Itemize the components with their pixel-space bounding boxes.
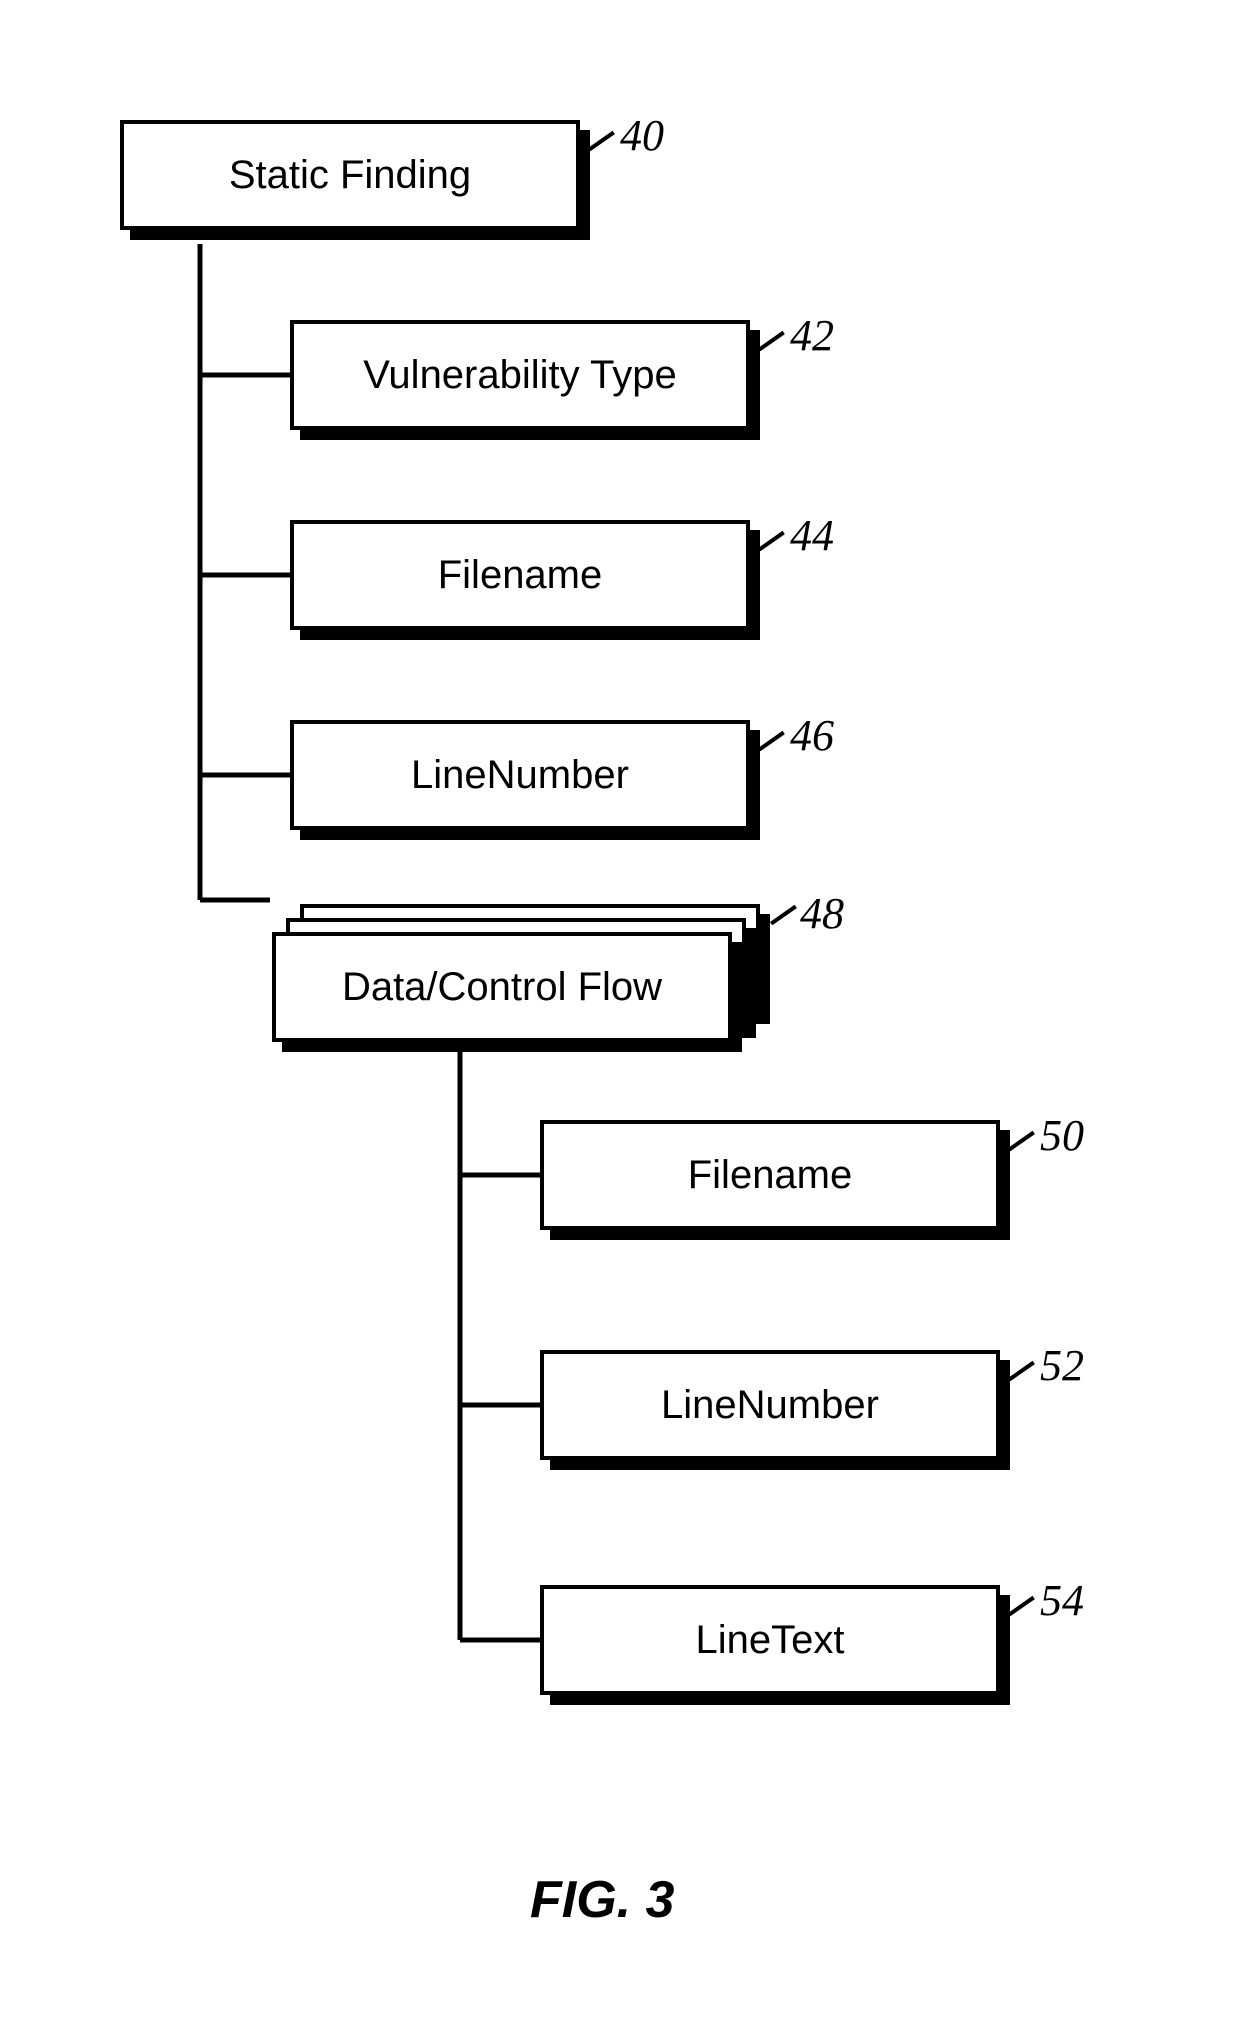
ref-50: 50 [1040,1110,1084,1161]
figure-caption: FIG. 3 [530,1870,674,1930]
node-linenumber-1-label: LineNumber [411,753,629,797]
ref-42: 42 [790,310,834,361]
node-dataflow: Data/Control Flow [272,932,732,1042]
node-filename-2-label: Filename [688,1153,853,1197]
node-filename-1: Filename [290,520,750,630]
ref-48: 48 [800,888,844,939]
node-vulnerability-type: Vulnerability Type [290,320,750,430]
diagram-canvas: Static Finding 40 Vulnerability Type 42 … [0,0,1240,2040]
node-linenumber-2: LineNumber [540,1350,1000,1460]
node-filename-1-label: Filename [438,553,603,597]
node-linenumber-1: LineNumber [290,720,750,830]
node-linetext: LineText [540,1585,1000,1695]
ref-54: 54 [1040,1575,1084,1626]
ref-52: 52 [1040,1340,1084,1391]
node-filename-2: Filename [540,1120,1000,1230]
node-dataflow-label: Data/Control Flow [342,965,662,1009]
node-linetext-label: LineText [696,1618,845,1662]
ref-44: 44 [790,510,834,561]
ref-46: 46 [790,710,834,761]
node-linenumber-2-label: LineNumber [661,1383,879,1427]
node-vulnerability-type-label: Vulnerability Type [363,353,677,397]
